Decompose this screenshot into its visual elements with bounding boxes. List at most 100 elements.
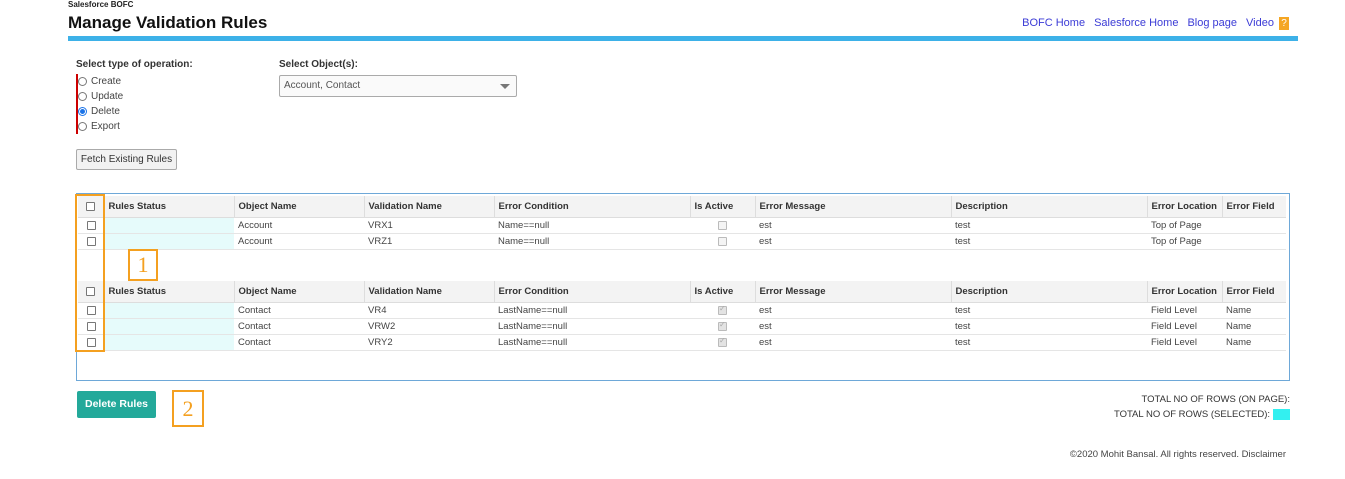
rules-status-cell (104, 318, 234, 335)
selected-count-indicator (1273, 408, 1290, 420)
rules-table-contact: Rules Status Object Name Validation Name… (78, 281, 1286, 351)
error-message-cell: est (755, 334, 951, 351)
column-header: Error Field (1221, 281, 1286, 303)
operation-option-label: Create (91, 76, 122, 87)
radio-icon[interactable] (78, 92, 87, 101)
page-title: Manage Validation Rules (68, 13, 268, 32)
validation-name-cell: VRZ1 (364, 233, 494, 250)
column-header: Is Active (689, 196, 755, 218)
error-condition-cell: LastName==null (494, 302, 690, 319)
column-header: Is Active (689, 281, 755, 303)
description-cell: test (951, 233, 1147, 250)
chevron-down-icon (500, 84, 510, 89)
bofc-home-link[interactable]: BOFC Home (1022, 17, 1085, 30)
validation-name-cell: VRY2 (364, 334, 494, 351)
fetch-rules-button[interactable]: Fetch Existing Rules (76, 149, 177, 170)
column-header: Description (950, 196, 1147, 218)
error-field-cell: Name (1222, 318, 1286, 335)
error-condition-cell: LastName==null (494, 318, 690, 335)
is-active-checkbox (718, 336, 727, 347)
operation-label: Select type of operation: (76, 59, 193, 70)
column-header: Object Name (233, 196, 364, 218)
table-row: Contact VR4 LastName==null est test Fiel… (78, 302, 1286, 319)
error-location-cell: Top of Page (1147, 217, 1222, 234)
error-condition-cell: Name==null (494, 217, 690, 234)
total-rows-on-page: TOTAL NO OF ROWS (ON PAGE): (1141, 394, 1291, 405)
error-location-cell: Field Level (1147, 334, 1222, 351)
operation-options: Create Update Delete Export (76, 74, 193, 134)
operation-delete[interactable]: Delete (78, 104, 193, 119)
rules-status-cell (104, 233, 234, 250)
validation-name-cell: VRW2 (364, 318, 494, 335)
video-link[interactable]: Video (1246, 17, 1274, 29)
column-header: Error Location (1146, 281, 1222, 303)
column-header: Description (950, 281, 1147, 303)
column-header: Rules Status (103, 196, 234, 218)
objects-select-value: Account, Contact (284, 80, 361, 91)
is-active-checkbox (718, 304, 727, 315)
operation-update[interactable]: Update (78, 89, 193, 104)
rules-status-cell (104, 217, 234, 234)
is-active-checkbox (718, 220, 727, 230)
object-name-cell: Contact (234, 318, 364, 335)
table-row: Contact VRY2 LastName==null est test Fie… (78, 334, 1286, 351)
objects-label: Select Object(s): (279, 59, 358, 70)
column-header: Error Field (1221, 196, 1286, 218)
table-header-row: Rules Status Object Name Validation Name… (78, 281, 1286, 303)
error-field-cell: Name (1222, 334, 1286, 351)
error-location-cell: Top of Page (1147, 233, 1222, 250)
radio-icon[interactable] (78, 122, 87, 131)
table-row: Account VRX1 Name==null est test Top of … (78, 217, 1286, 234)
column-header: Error Condition (493, 196, 690, 218)
column-header: Object Name (233, 281, 364, 303)
validation-name-cell: VR4 (364, 302, 494, 319)
rules-table-account: Rules Status Object Name Validation Name… (78, 196, 1286, 250)
operation-option-label: Export (91, 121, 120, 132)
rules-status-cell (104, 334, 234, 351)
operation-option-label: Delete (91, 106, 120, 117)
table-row: Contact VRW2 LastName==null est test Fie… (78, 318, 1286, 335)
table-header-row: Rules Status Object Name Validation Name… (78, 196, 1286, 218)
annotation-marker-1: 1 (128, 249, 158, 281)
help-icon[interactable]: ? (1279, 17, 1289, 30)
column-header: Validation Name (363, 196, 494, 218)
description-cell: test (951, 302, 1147, 319)
validation-name-cell: VRX1 (364, 217, 494, 234)
operation-export[interactable]: Export (78, 119, 193, 134)
error-message-cell: est (755, 233, 951, 250)
error-condition-cell: LastName==null (494, 334, 690, 351)
column-header: Error Condition (493, 281, 690, 303)
blog-page-link[interactable]: Blog page (1187, 17, 1237, 30)
description-cell: test (951, 334, 1147, 351)
error-message-cell: est (755, 318, 951, 335)
object-name-cell: Contact (234, 302, 364, 319)
radio-icon[interactable] (78, 77, 87, 86)
description-cell: test (951, 217, 1147, 234)
salesforce-home-link[interactable]: Salesforce Home (1094, 17, 1178, 30)
header-divider (68, 36, 1298, 41)
totals-summary: TOTAL NO OF ROWS (ON PAGE): TOTAL NO OF … (1114, 392, 1290, 422)
error-field-cell (1222, 233, 1286, 250)
error-field-cell (1222, 217, 1286, 234)
description-cell: test (951, 318, 1147, 335)
error-location-cell: Field Level (1147, 318, 1222, 335)
column-header: Error Location (1146, 196, 1222, 218)
error-location-cell: Field Level (1147, 302, 1222, 319)
column-header: Validation Name (363, 281, 494, 303)
object-name-cell: Account (234, 217, 364, 234)
error-message-cell: est (755, 302, 951, 319)
column-header: Rules Status (103, 281, 234, 303)
column-header: Error Message (754, 281, 951, 303)
total-rows-selected: TOTAL NO OF ROWS (SELECTED): (1113, 409, 1270, 420)
top-nav: BOFC Home Salesforce Home Blog page Vide… (1022, 17, 1289, 30)
operation-group: Select type of operation: Create Update … (76, 59, 193, 134)
operation-create[interactable]: Create (78, 74, 193, 89)
objects-select[interactable]: Account, Contact (279, 75, 517, 97)
object-name-cell: Account (234, 233, 364, 250)
is-active-checkbox (718, 320, 727, 331)
error-message-cell: est (755, 217, 951, 234)
column-header: Error Message (754, 196, 951, 218)
error-condition-cell: Name==null (494, 233, 690, 250)
radio-selected-icon[interactable] (78, 107, 87, 116)
delete-rules-button[interactable]: Delete Rules (77, 391, 156, 418)
